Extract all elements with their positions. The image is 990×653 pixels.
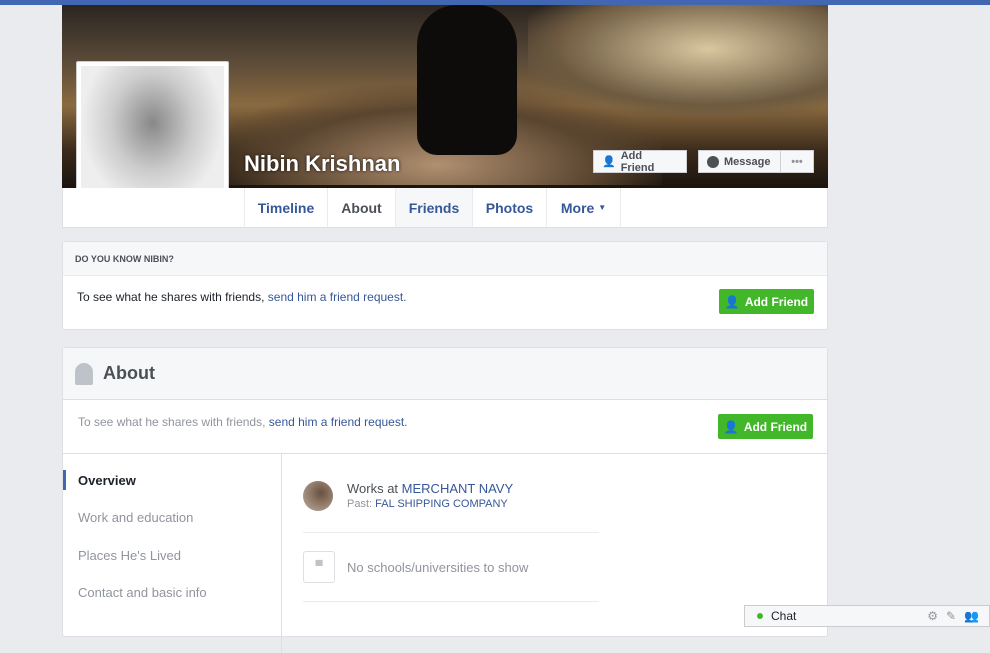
online-dot-icon — [757, 613, 763, 619]
add-friend-icon: 👤 — [723, 419, 739, 434]
profile-nav: Timeline About Friends Photos More ▼ — [62, 188, 828, 228]
tab-more[interactable]: More ▼ — [546, 188, 621, 227]
tab-about[interactable]: About — [327, 188, 395, 227]
friend-request-link[interactable]: send him a friend request. — [269, 415, 408, 429]
tab-friends[interactable]: Friends — [395, 188, 472, 227]
tab-photos[interactable]: Photos — [472, 188, 546, 227]
friends-icon[interactable]: 👥 — [964, 609, 979, 623]
sidebar-item-contact[interactable]: Contact and basic info — [78, 585, 207, 600]
about-panel: About To see what he shares with friends… — [62, 347, 828, 653]
sidebar-item-work[interactable]: Work and education — [78, 510, 193, 525]
profile-name[interactable]: Nibin Krishnan — [244, 151, 400, 177]
messenger-icon — [707, 155, 719, 168]
add-friend-icon: 👤 — [724, 294, 740, 309]
sidebar-item-places[interactable]: Places He's Lived — [78, 548, 181, 563]
friend-request-link[interactable]: send him a friend request. — [268, 290, 407, 304]
past-employer-link[interactable]: FAL SHIPPING COMPANY — [375, 498, 508, 510]
no-schools-text: No schools/universities to show — [347, 560, 529, 575]
school-icon: ▀ — [303, 551, 335, 583]
more-options-button[interactable]: ••• — [780, 150, 814, 173]
message-button[interactable]: Message — [698, 150, 781, 173]
do-you-know-panel: DO YOU KNOW NIBIN? To see what he shares… — [62, 241, 828, 330]
add-friend-button[interactable]: 👤 Add Friend — [719, 289, 814, 314]
panel-title: DO YOU KNOW NIBIN? — [63, 242, 827, 276]
employer-avatar — [303, 481, 333, 511]
chat-bar[interactable]: Chat ⚙ ✎ 👥 — [744, 605, 990, 627]
about-title: About — [103, 363, 155, 383]
tab-timeline[interactable]: Timeline — [244, 188, 327, 227]
gear-icon[interactable]: ⚙ — [927, 609, 938, 623]
add-friend-button[interactable]: 👤 Add Friend — [593, 150, 687, 174]
add-friend-icon: 👤 — [602, 156, 616, 168]
person-icon — [75, 362, 93, 385]
sidebar-item-overview[interactable]: Overview — [78, 473, 136, 488]
employer-link[interactable]: MERCHANT NAVY — [402, 481, 513, 496]
caret-down-icon: ▼ — [598, 203, 607, 212]
compose-icon[interactable]: ✎ — [946, 609, 956, 623]
add-friend-button[interactable]: 👤 Add Friend — [718, 414, 813, 439]
